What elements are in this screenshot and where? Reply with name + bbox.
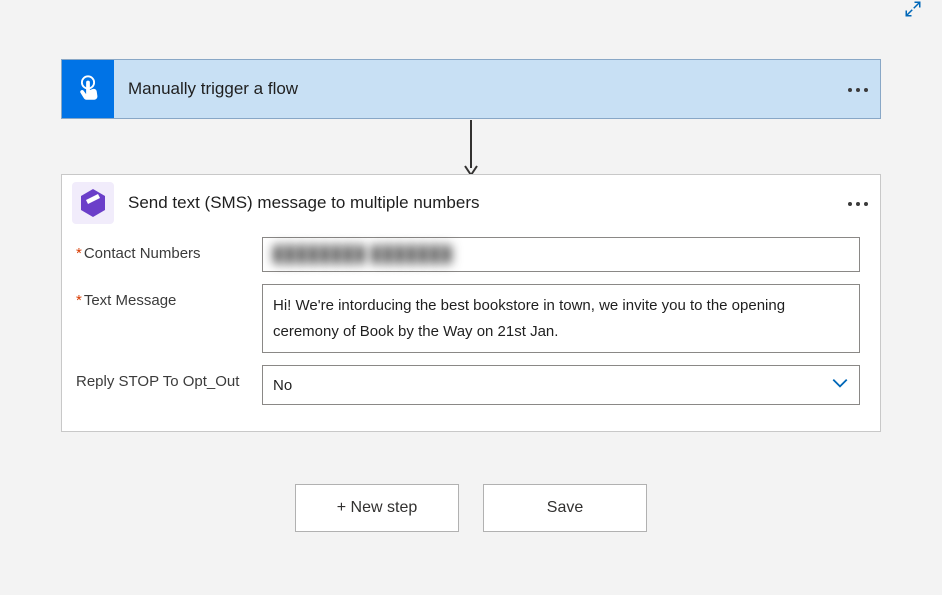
ellipsis-icon [848,88,852,92]
action-title: Send text (SMS) message to multiple numb… [114,193,836,213]
text-message-input[interactable]: Hi! We're intorducing the best bookstore… [262,284,860,353]
field-row-reply-stop: Reply STOP To Opt_Out No [62,359,880,411]
trigger-title: Manually trigger a flow [114,79,836,99]
field-label: *Text Message [76,284,262,309]
txtsync-icon [76,186,110,220]
action-menu-button[interactable] [836,195,880,212]
trigger-icon-box [62,60,114,118]
reply-stop-select[interactable]: No [262,365,860,405]
contact-numbers-input[interactable]: ████████ ███████ [262,237,860,272]
label-text: Contact Numbers [84,245,201,262]
flow-connector-arrow [464,120,478,177]
label-text: Text Message [84,292,177,309]
designer-footer: + New step Save [0,484,942,532]
expand-icon[interactable] [904,0,922,18]
field-row-text-message: *Text Message Hi! We're intorducing the … [62,278,880,359]
flow-designer-canvas: Manually trigger a flow Send text (SMS) … [0,0,942,595]
required-marker: * [76,245,82,262]
chevron-down-icon [831,374,849,396]
action-icon-box [72,182,114,224]
trigger-menu-button[interactable] [836,81,880,98]
action-card: Send text (SMS) message to multiple numb… [61,174,881,432]
trigger-card[interactable]: Manually trigger a flow [61,59,881,119]
save-button[interactable]: Save [483,484,647,532]
new-step-button[interactable]: + New step [295,484,459,532]
field-row-contact-numbers: *Contact Numbers ████████ ███████ [62,231,880,278]
required-marker: * [76,292,82,309]
action-header[interactable]: Send text (SMS) message to multiple numb… [62,175,880,231]
field-label: *Contact Numbers [76,237,262,262]
field-label: Reply STOP To Opt_Out [76,365,262,390]
touch-pointer-icon [73,74,103,104]
select-value: No [273,377,831,394]
ellipsis-icon [848,202,852,206]
